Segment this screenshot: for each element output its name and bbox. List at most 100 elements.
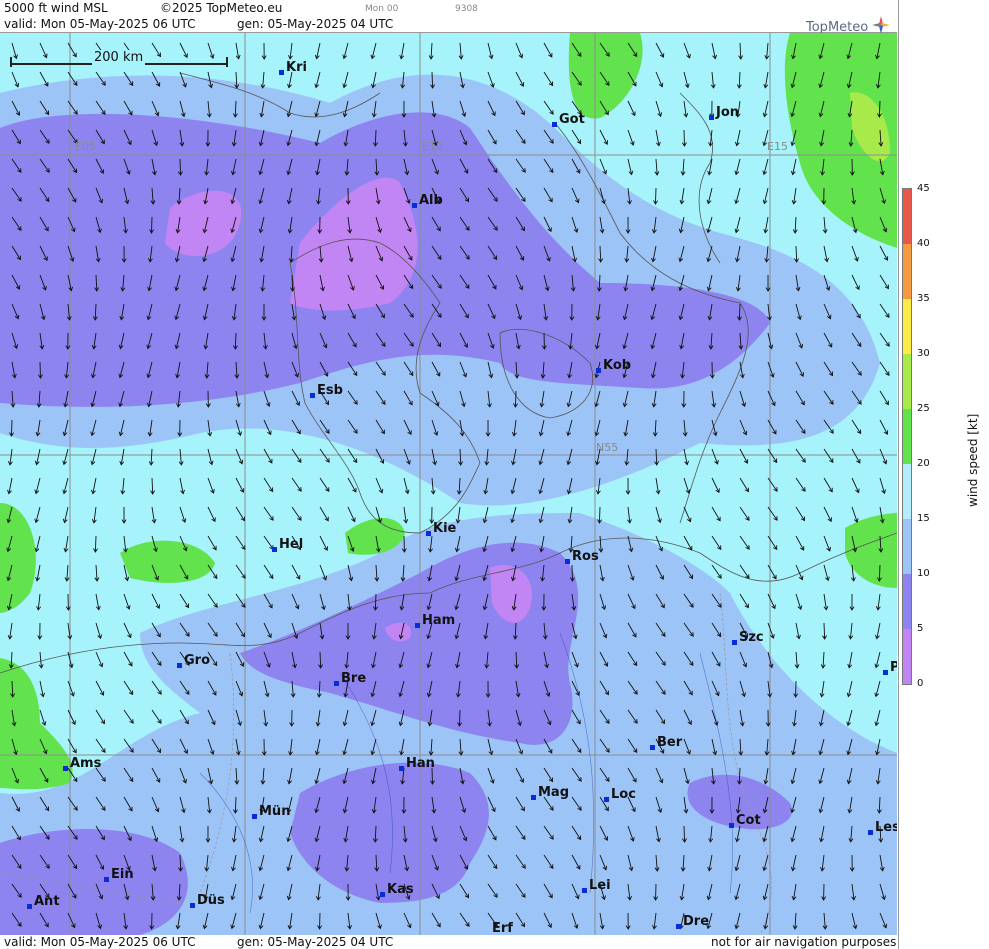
city-marker[interactable]: Les: [868, 820, 897, 835]
wind-arrow: [625, 477, 631, 495]
city-marker[interactable]: Ros: [565, 549, 599, 564]
city-marker[interactable]: Jon: [709, 105, 739, 120]
city-marker[interactable]: Got: [552, 112, 585, 127]
wind-arrow: [767, 506, 778, 521]
wind-arrow: [767, 448, 778, 464]
city-marker[interactable]: Ein: [104, 867, 134, 882]
wind-arrow: [207, 535, 217, 551]
wind-arrow: [711, 42, 718, 60]
wind-arrow: [680, 158, 686, 176]
wind-arrow: [795, 535, 805, 551]
wind-arrow: [39, 680, 45, 698]
city-marker[interactable]: Mag: [531, 785, 569, 800]
colorbar-segment: [903, 244, 911, 299]
city-marker[interactable]: Alb: [412, 193, 443, 208]
wind-arrow: [683, 71, 690, 89]
wind-arrow: [207, 593, 218, 608]
wind-arrow: [846, 709, 853, 727]
wind-arrow: [683, 42, 691, 59]
city-name: Kie: [433, 521, 457, 536]
wind-arrow: [95, 738, 106, 753]
wind-arrow: [63, 535, 69, 553]
city-marker[interactable]: Szc: [732, 630, 764, 645]
city-name: Esb: [317, 383, 343, 398]
copyright: ©2025 TopMeteo.eu: [160, 1, 283, 15]
city-name: Han: [406, 756, 435, 771]
city-marker[interactable]: P: [883, 660, 897, 675]
wind-arrow: [599, 129, 609, 146]
wind-arrow: [653, 187, 659, 205]
city-marker[interactable]: Loc: [604, 787, 636, 802]
city-marker[interactable]: Düs: [190, 893, 225, 908]
scale-bar: 200 km: [10, 50, 228, 67]
wind-arrow: [67, 738, 77, 754]
grid-label-e15: E15: [767, 140, 788, 153]
wind-arrow: [795, 477, 806, 492]
city-marker[interactable]: Lei: [582, 878, 611, 893]
city-marker[interactable]: Gro: [177, 653, 210, 668]
wind-arrow: [291, 564, 301, 580]
legend-tick: 35: [917, 293, 930, 304]
wind-arrow: [795, 506, 805, 522]
city-marker[interactable]: Han: [399, 756, 435, 771]
wind-arrow: [734, 187, 741, 205]
wind-arrow: [123, 680, 134, 696]
city-marker[interactable]: Kri: [279, 60, 307, 75]
compass-icon: [872, 16, 891, 34]
wind-arrow: [795, 622, 801, 640]
wind-arrow: [95, 593, 101, 611]
wind-arrow: [851, 477, 860, 494]
city-marker[interactable]: Kas: [380, 882, 414, 897]
city-marker[interactable]: Esb: [310, 383, 343, 398]
city-marker[interactable]: Mün: [252, 804, 290, 819]
wind-arrow: [823, 535, 831, 552]
wind-arrow: [875, 593, 881, 611]
wind-arrow: [819, 680, 825, 698]
city-marker[interactable]: Erf: [492, 921, 513, 935]
wind-arrow: [179, 477, 185, 495]
legend-unit: wind speed [kt]: [966, 413, 980, 507]
wind-arrow: [543, 42, 553, 58]
wind-arrow: [7, 477, 13, 495]
wind-arrow: [874, 709, 881, 727]
wind-arrow: [736, 71, 742, 89]
wind-arrow: [179, 593, 190, 609]
city-name: Ber: [657, 735, 683, 750]
city-name: Szc: [739, 630, 764, 645]
wind-arrow: [62, 506, 69, 524]
wind-arrow: [767, 477, 778, 492]
valid-time: valid: Mon 05-May-2025 06 UTC: [4, 17, 196, 31]
wind-arrow: [763, 71, 769, 89]
wind-arrow: [851, 448, 861, 464]
city-marker[interactable]: Ber: [650, 735, 682, 750]
wind-arrow: [122, 535, 128, 553]
city-marker[interactable]: Ams: [63, 756, 101, 771]
wind-arrow: [879, 477, 886, 495]
wind-map[interactable]: E05 E10 E15 N55 200 km Kri Got Jon Alb K…: [0, 33, 897, 935]
wind-arrow: [34, 477, 41, 495]
city-marker[interactable]: Bre: [334, 671, 366, 686]
wind-arrow: [319, 535, 328, 552]
city-marker[interactable]: Ham: [415, 613, 455, 628]
wind-arrow: [11, 71, 20, 88]
wind-arrow: [879, 274, 889, 290]
city-marker[interactable]: Hel: [272, 537, 303, 552]
wind-arrow: [319, 448, 330, 463]
map-footer: valid: Mon 05-May-2025 06 UTC gen: 05-Ma…: [0, 935, 897, 949]
city-name: P: [890, 660, 897, 675]
wind-arrow: [314, 42, 321, 60]
city-marker[interactable]: Kob: [596, 358, 631, 373]
city-marker[interactable]: Cot: [729, 813, 761, 828]
grid-label-e10: E10: [422, 140, 443, 153]
wind-arrow: [263, 448, 273, 464]
city-marker[interactable]: Kie: [426, 521, 456, 536]
legend-tick: 15: [917, 513, 930, 524]
city-marker[interactable]: Ant: [27, 894, 60, 909]
wind-arrow: [95, 680, 105, 696]
city-marker[interactable]: Dre: [676, 914, 709, 929]
wind-arrow: [879, 361, 890, 376]
colorbar-segment: [903, 629, 911, 684]
wind-arrow: [151, 709, 162, 724]
wind-arrow: [654, 158, 660, 176]
wind-arrow: [879, 332, 890, 347]
